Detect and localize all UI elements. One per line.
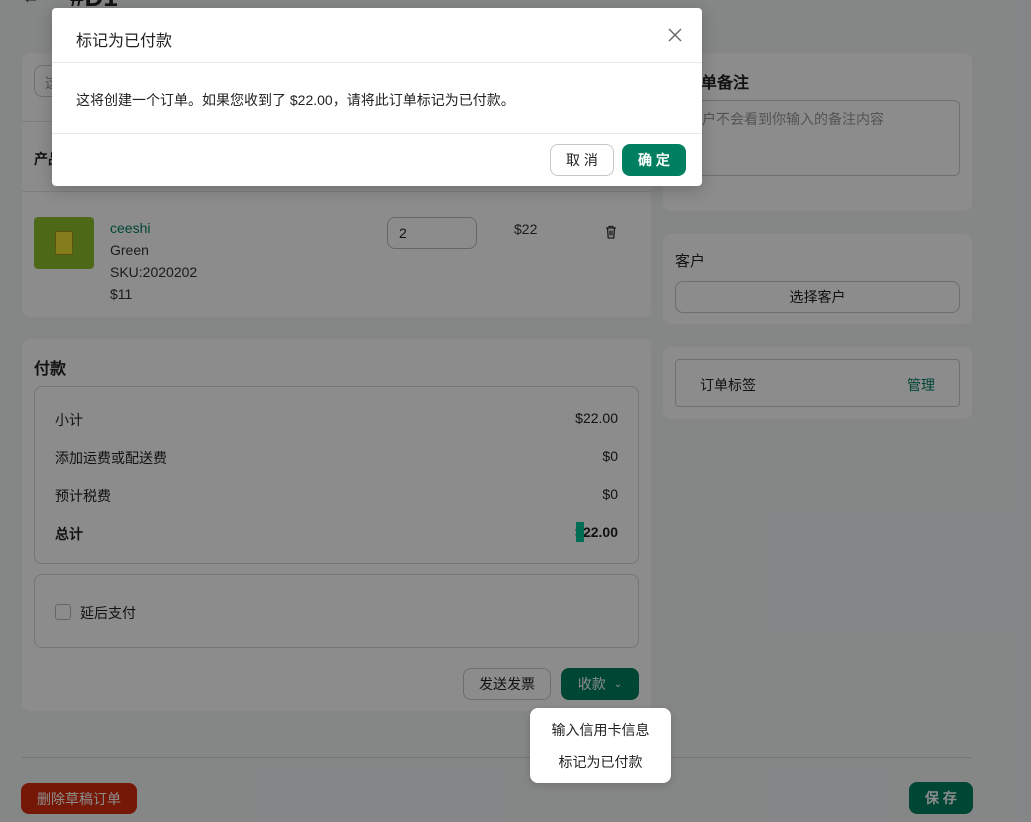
modal-body-text: 这将创建一个订单。如果您收到了 $22.00，请将此订单标记为已付款。 — [76, 92, 515, 108]
close-icon[interactable] — [668, 28, 682, 42]
confirm-button[interactable]: 确 定 — [622, 144, 686, 176]
modal-title: 标记为已付款 — [76, 33, 173, 50]
total-selection-highlight — [576, 522, 584, 542]
mark-paid-modal: 标记为已付款 这将创建一个订单。如果您收到了 $22.00，请将此订单标记为已付… — [52, 8, 702, 186]
collect-payment-menu: 输入信用卡信息 标记为已付款 — [530, 708, 671, 783]
menu-item-enter-card[interactable]: 输入信用卡信息 — [530, 720, 671, 740]
cancel-button[interactable]: 取 消 — [550, 144, 614, 176]
menu-item-mark-paid[interactable]: 标记为已付款 — [530, 752, 671, 772]
